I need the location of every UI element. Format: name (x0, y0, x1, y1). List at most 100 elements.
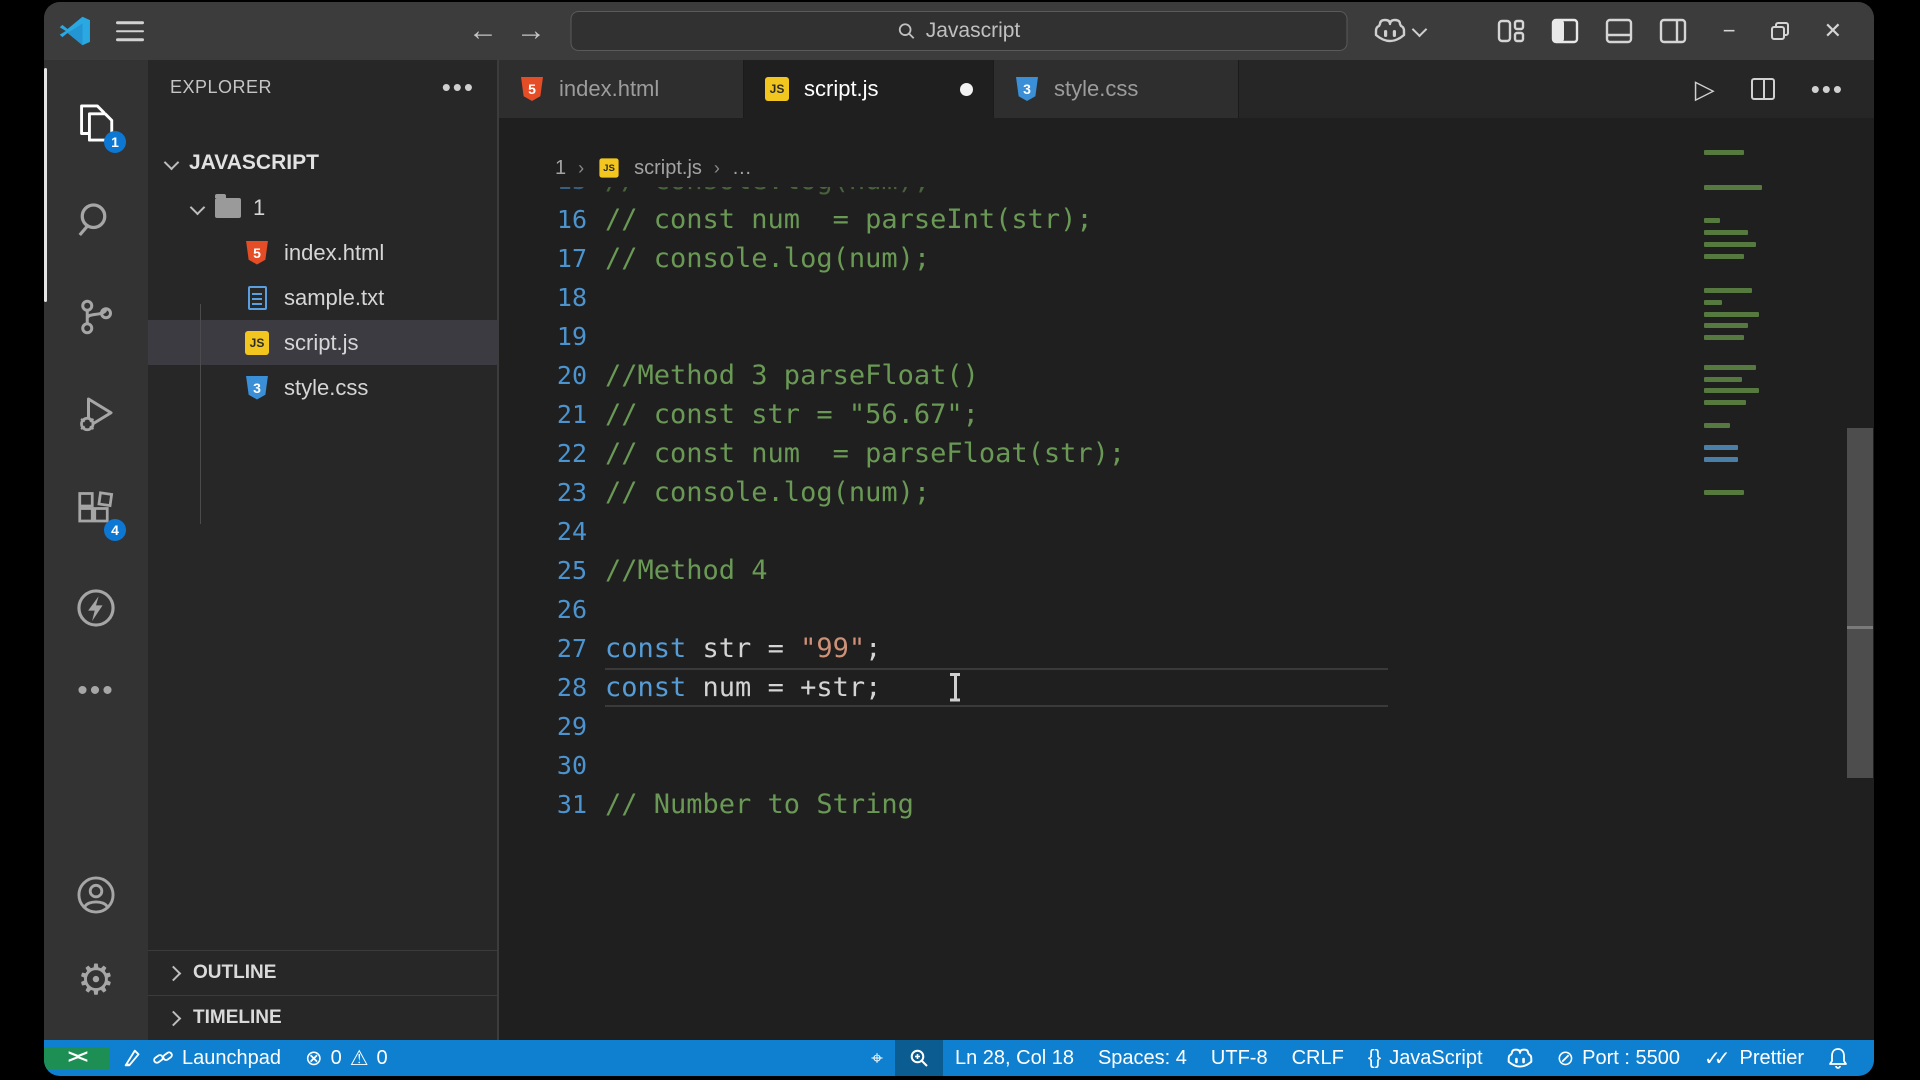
code-line-29[interactable]: 29 (499, 707, 1874, 746)
indentation-item[interactable]: Spaces: 4 (1086, 1047, 1199, 1070)
code-line-24[interactable]: 24 (499, 512, 1874, 551)
zoom-item[interactable] (894, 1040, 943, 1076)
tree-item-index-html[interactable]: 5 index.html (148, 230, 497, 275)
sash-highlight[interactable] (44, 68, 47, 302)
encoding-item[interactable]: UTF-8 (1199, 1047, 1280, 1070)
code-line-15[interactable]: 15// console.log(num); (499, 187, 1874, 200)
language-mode-item[interactable]: {} JavaScript (1356, 1047, 1495, 1070)
command-center-search[interactable]: Javascript (570, 11, 1348, 51)
code-line-21[interactable]: 21 // const str = "56.67"; (499, 395, 1874, 434)
main-area: 1 4 ••• ⚙ EXPLORER ••• JAVASCRIPT 1 5 in… (44, 60, 1874, 1040)
minimap-line (1704, 423, 1730, 428)
extensions-activity-button[interactable]: 4 (44, 462, 148, 559)
activity-bar: 1 4 ••• ⚙ (44, 60, 148, 1040)
line-number: 17 (556, 244, 587, 273)
breadcrumb-folder[interactable]: 1 (555, 157, 566, 180)
toggle-secondary-sidebar-icon[interactable] (1659, 17, 1687, 45)
unsaved-changes-dot[interactable] (960, 82, 973, 96)
breadcrumb-symbol[interactable]: … (732, 157, 752, 180)
prettier-item[interactable]: ✓✓ Prettier (1692, 1046, 1816, 1071)
tab-index-html[interactable]: 5 index.html (499, 60, 744, 118)
tab-style-css[interactable]: 3 style.css (994, 60, 1239, 118)
gear-icon: ⚙ (77, 956, 115, 1003)
css-file-icon: 3 (244, 375, 270, 401)
explorer-sidebar: EXPLORER ••• JAVASCRIPT 1 5 index.html s… (148, 60, 499, 1040)
code-line-18[interactable]: 18 (499, 278, 1874, 317)
minimap-line (1704, 150, 1744, 155)
scrollbar-thumb[interactable] (1847, 428, 1873, 778)
back-arrow-icon[interactable]: ← (468, 14, 498, 48)
search-activity-button[interactable] (44, 171, 148, 268)
breadcrumb-file[interactable]: script.js (634, 157, 702, 180)
code-line-16[interactable]: 16 // const num = parseInt(str); (499, 200, 1874, 239)
screencast-item[interactable]: ⌖ (859, 1048, 895, 1069)
code-line-20[interactable]: 20 //Method 3 parseFloat() (499, 356, 1874, 395)
minimap-line (1704, 457, 1738, 462)
launchpad-item[interactable]: Launchpad (110, 1047, 293, 1070)
code-line-28[interactable]: 28 const num = +str; (499, 668, 1874, 707)
html-file-icon: 5 (244, 240, 270, 266)
settings-button[interactable]: ⚙ (44, 940, 148, 1020)
line-number: 23 (556, 478, 587, 507)
forward-arrow-icon[interactable]: → (516, 14, 546, 48)
account-button[interactable] (44, 850, 148, 940)
split-editor-icon[interactable] (1750, 78, 1775, 100)
code-area[interactable]: 15// console.log(num);16// const num = p… (499, 187, 1874, 1040)
copilot-menu[interactable] (1374, 18, 1427, 44)
close-button[interactable]: ✕ (1824, 20, 1842, 42)
code-line-30[interactable]: 30 (499, 746, 1874, 785)
minimap-line (1704, 218, 1720, 223)
timeline-section[interactable]: TIMELINE (148, 995, 497, 1040)
line-content: const str = "99"; (605, 633, 882, 664)
line-content: //Method 4 (605, 555, 768, 586)
editor-scrollbar[interactable] (1846, 60, 1874, 1040)
thunder-client-activity-button[interactable] (44, 559, 148, 656)
remote-indicator[interactable]: >< (44, 1047, 110, 1069)
code-line-22[interactable]: 22 // const num = parseFloat(str); (499, 434, 1874, 473)
code-line-25[interactable]: 25 //Method 4 (499, 551, 1874, 590)
customize-layout-icon[interactable] (1497, 17, 1525, 45)
layout-controls (1497, 17, 1687, 45)
code-line-31[interactable]: 31 // Number to String (499, 785, 1874, 824)
problems-item[interactable]: ⊗ 0 ⚠ 0 (293, 1047, 400, 1070)
more-actions-icon[interactable]: ••• (1811, 74, 1844, 105)
source-control-activity-button[interactable] (44, 268, 148, 365)
code-line-19[interactable]: 19 (499, 317, 1874, 356)
run-debug-activity-button[interactable] (44, 365, 148, 462)
line-number: 16 (556, 205, 587, 234)
vscode-logo (59, 16, 90, 46)
more-views-button[interactable]: ••• (44, 656, 148, 726)
tab-script-js[interactable]: JS script.js (744, 60, 994, 118)
code-line-26[interactable]: 26 (499, 590, 1874, 629)
minimize-button[interactable]: − (1723, 20, 1736, 42)
notifications-item[interactable] (1816, 1047, 1860, 1069)
minimap[interactable] (1704, 150, 1768, 510)
toggle-primary-sidebar-icon[interactable] (1551, 17, 1579, 45)
live-server-port-item[interactable]: ⊘ Port : 5500 (1545, 1047, 1692, 1070)
workspace-root[interactable]: JAVASCRIPT (148, 140, 497, 185)
outline-section[interactable]: OUTLINE (148, 950, 497, 995)
line-number: 21 (556, 400, 587, 429)
minimap-line (1704, 335, 1744, 340)
toggle-panel-icon[interactable] (1605, 17, 1633, 45)
tab-bar: 5 index.html JS script.js 3 style.css ▷ … (499, 60, 1874, 118)
eol-item[interactable]: CRLF (1280, 1047, 1356, 1070)
line-number: 15 (499, 187, 587, 195)
code-line-17[interactable]: 17 // console.log(num); (499, 239, 1874, 278)
explorer-activity-button[interactable]: 1 (44, 74, 148, 171)
html-file-icon: 5 (519, 76, 545, 102)
tree-folder[interactable]: 1 (148, 185, 497, 230)
minimap-line (1704, 490, 1744, 495)
line-number: 18 (556, 283, 587, 312)
vscode-window: ← → Javascript − ✕ 1 4 ••• ⚙ EXPLORER ••… (44, 2, 1874, 1076)
copilot-status-item[interactable] (1495, 1048, 1545, 1069)
cursor-position-item[interactable]: Ln 28, Col 18 (943, 1047, 1086, 1070)
code-line-27[interactable]: 27 const str = "99"; (499, 629, 1874, 668)
menu-icon[interactable] (116, 15, 144, 47)
code-line-23[interactable]: 23 // console.log(num); (499, 473, 1874, 512)
run-button[interactable]: ▷ (1695, 74, 1715, 105)
errors-icon: ⊗ (304, 1046, 323, 1070)
js-file-icon: JS (244, 330, 270, 356)
restore-button[interactable] (1770, 21, 1790, 41)
minimap-line (1704, 445, 1738, 450)
